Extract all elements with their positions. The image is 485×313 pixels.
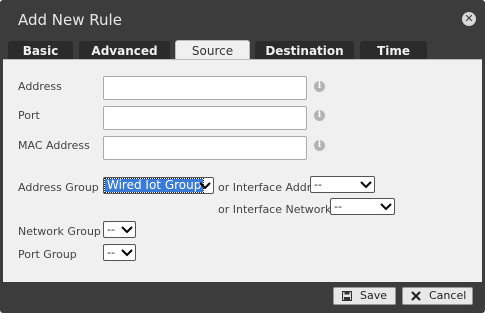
tab-source[interactable]: Source [175, 40, 250, 60]
address-group-value: Wired Iot Group [103, 178, 205, 193]
or-interface-addr-label: or Interface Addr [218, 181, 312, 194]
interface-addr-select[interactable]: -- [310, 176, 375, 193]
interface-network-select[interactable]: -- [330, 198, 395, 215]
network-group-select[interactable]: -- [103, 221, 136, 238]
source-panel: Address i Port i MAC Address i Address G… [3, 59, 482, 282]
port-group-label: Port Group [18, 248, 77, 261]
info-icon[interactable]: i [314, 81, 325, 92]
cancel-button[interactable]: Cancel [402, 287, 473, 305]
save-button[interactable]: Save [333, 287, 396, 305]
network-group-label: Network Group [18, 225, 101, 238]
chevron-down-icon [121, 226, 133, 234]
dialog-title: Add New Rule [18, 11, 122, 29]
cancel-label: Cancel [429, 289, 467, 302]
address-label: Address [18, 80, 62, 93]
tab-time[interactable]: Time [360, 41, 427, 60]
interface-network-value: -- [334, 200, 342, 213]
port-group-value: -- [107, 246, 115, 259]
cancel-icon [411, 291, 421, 301]
mac-address-input[interactable] [103, 136, 307, 160]
interface-addr-value: -- [314, 178, 322, 191]
chevron-down-icon [380, 203, 392, 211]
save-icon [342, 291, 352, 301]
save-label: Save [360, 289, 388, 302]
chevron-down-icon [121, 249, 133, 257]
port-input[interactable] [103, 106, 307, 130]
port-group-select[interactable]: -- [103, 244, 136, 261]
chevron-down-icon [360, 181, 372, 189]
close-icon[interactable]: ✕ [462, 12, 476, 26]
tab-basic[interactable]: Basic [8, 41, 73, 60]
info-icon[interactable]: i [314, 110, 325, 121]
add-rule-dialog: Add New Rule ✕ Basic Advanced Source Des… [0, 0, 485, 313]
mac-address-label: MAC Address [18, 139, 90, 152]
tab-destination[interactable]: Destination [255, 41, 354, 60]
address-group-label: Address Group [18, 181, 99, 194]
info-icon[interactable]: i [314, 140, 325, 151]
network-group-value: -- [107, 223, 115, 236]
or-interface-network-label: or Interface Network [218, 203, 332, 216]
port-label: Port [18, 109, 40, 122]
address-group-select[interactable]: Wired Iot Group [103, 177, 214, 194]
chevron-down-icon [199, 182, 211, 190]
address-input[interactable] [103, 76, 307, 100]
tab-advanced[interactable]: Advanced [79, 41, 170, 60]
